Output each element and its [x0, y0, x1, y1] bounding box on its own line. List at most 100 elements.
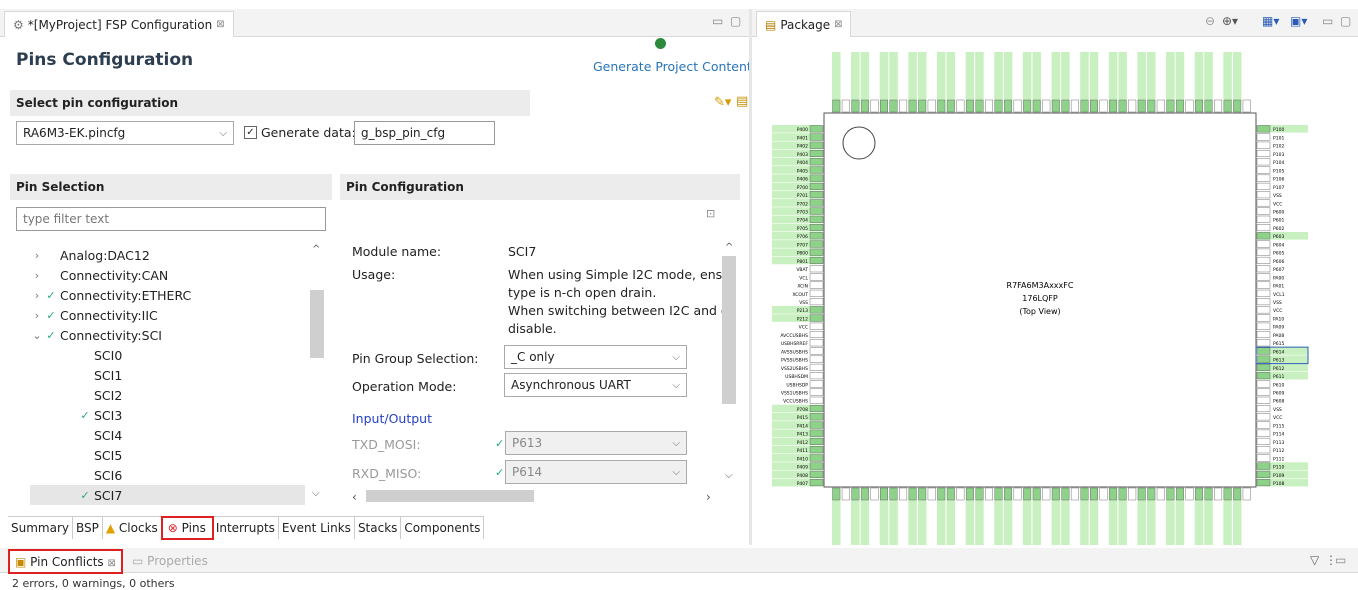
- zoom-in-icon[interactable]: ⊕▾: [1222, 14, 1238, 28]
- tree-scroll-down-icon[interactable]: ⌵: [312, 488, 320, 499]
- top-pin-cell[interactable]: [1156, 52, 1166, 100]
- lock-icon[interactable]: ⊡: [706, 207, 715, 220]
- bottom-pin-cell[interactable]: [879, 500, 889, 545]
- maximize-icon[interactable]: ▢: [1340, 14, 1351, 28]
- bottom-pin-cell[interactable]: [927, 500, 936, 545]
- bottom-pin-cell[interactable]: [975, 500, 984, 545]
- tab-pins[interactable]: ⊗ Pins: [160, 516, 214, 540]
- bottom-pin-cell[interactable]: [898, 500, 908, 545]
- filter-icon[interactable]: ▽: [1310, 553, 1319, 567]
- minimize-icon[interactable]: ▭: [1335, 553, 1346, 567]
- maximize-icon[interactable]: ▢: [730, 14, 741, 28]
- generate-icon[interactable]: [655, 38, 666, 49]
- bottom-pin-cell[interactable]: [889, 500, 898, 545]
- bottom-pin-cell[interactable]: [1137, 500, 1146, 545]
- bottom-pin-cell[interactable]: [917, 500, 927, 545]
- config-vscrollbar[interactable]: [722, 256, 736, 404]
- top-pin-cell[interactable]: [1127, 52, 1137, 100]
- editor-tab[interactable]: ⚙ *[MyProject] FSP Configuration ⊠: [4, 11, 234, 37]
- tree-item[interactable]: ⌄ ✓ Connectivity:SCI: [30, 325, 305, 345]
- bottom-pin-cell[interactable]: [1175, 500, 1185, 545]
- filter-input[interactable]: type filter text: [16, 207, 326, 231]
- bottom-pin-cell[interactable]: [1223, 500, 1232, 545]
- export-icon[interactable]: ▤: [736, 94, 748, 109]
- generate-data-input[interactable]: g_bsp_pin_cfg: [354, 121, 495, 145]
- generate-project-link[interactable]: Generate Project Content: [593, 59, 752, 74]
- top-pin-cell[interactable]: [870, 52, 879, 100]
- pin-conflicts-tab[interactable]: ▣ Pin Conflicts ⊠: [8, 549, 123, 574]
- tab-interrupts[interactable]: Interrupts: [213, 517, 279, 539]
- close-icon[interactable]: ⊠: [216, 19, 224, 30]
- pin-config-select[interactable]: RA6M3-EK.pincfg ⌵: [16, 121, 234, 145]
- config-scroll-down-icon[interactable]: ⌵: [725, 470, 733, 481]
- bottom-pin-cell[interactable]: [1242, 500, 1251, 545]
- bottom-pin-cell[interactable]: [1204, 500, 1213, 545]
- tree-item[interactable]: › Analog:DAC12: [30, 245, 305, 265]
- tab-event-links[interactable]: Event Links: [279, 517, 355, 539]
- top-pin-cell[interactable]: [1223, 52, 1232, 100]
- bottom-pin-cell[interactable]: [1051, 500, 1061, 545]
- tree-item[interactable]: SCI4: [30, 425, 305, 445]
- top-pin-cell[interactable]: [908, 52, 917, 100]
- zoom-out-icon[interactable]: ⊖: [1205, 14, 1215, 28]
- top-pin-cell[interactable]: [889, 52, 898, 100]
- config-scroll-right-icon[interactable]: ›: [706, 490, 711, 504]
- package-tab[interactable]: ▤ Package ⊠: [756, 11, 852, 37]
- chevron-icon[interactable]: ⌄: [30, 329, 44, 342]
- tab-components[interactable]: Components: [401, 517, 485, 539]
- top-pin-cell[interactable]: [1118, 52, 1127, 100]
- top-pin-cell[interactable]: [1147, 52, 1156, 100]
- tree-item[interactable]: SCI0: [30, 345, 305, 365]
- top-pin-cell[interactable]: [956, 52, 965, 100]
- tree-item[interactable]: › ✓ Connectivity:ETHERC: [30, 285, 305, 305]
- bottom-pin-cell[interactable]: [946, 500, 956, 545]
- bottom-pin-cell[interactable]: [1147, 500, 1156, 545]
- tree-item[interactable]: SCI5: [30, 445, 305, 465]
- txd-select[interactable]: P613 ⌵: [505, 431, 687, 455]
- top-pin-cell[interactable]: [917, 52, 927, 100]
- bottom-pin-cell[interactable]: [1194, 500, 1204, 545]
- chevron-icon[interactable]: ›: [30, 289, 44, 302]
- tab-clocks[interactable]: ▲ Clocks: [103, 517, 162, 539]
- bottom-pin-cell[interactable]: [851, 500, 860, 545]
- wand-icon[interactable]: ✎▾: [714, 95, 731, 110]
- top-pin-cell[interactable]: [851, 52, 860, 100]
- tab-summary[interactable]: Summary: [8, 517, 73, 539]
- top-pin-cell[interactable]: [832, 52, 841, 100]
- bottom-pin-cell[interactable]: [1070, 500, 1080, 545]
- bottom-pin-cell[interactable]: [1089, 500, 1099, 545]
- top-pin-cell[interactable]: [860, 52, 870, 100]
- tree-item[interactable]: SCI2: [30, 385, 305, 405]
- bottom-pin-cell[interactable]: [956, 500, 965, 545]
- tab-stacks[interactable]: Stacks: [355, 517, 402, 539]
- top-pin-cell[interactable]: [1204, 52, 1213, 100]
- bottom-pin-cell[interactable]: [1156, 500, 1166, 545]
- bottom-pin-cell[interactable]: [870, 500, 879, 545]
- chevron-icon[interactable]: ›: [30, 269, 44, 282]
- bottom-pin-cell[interactable]: [1127, 500, 1137, 545]
- top-pin-cell[interactable]: [1051, 52, 1061, 100]
- operation-mode-select[interactable]: Asynchronous UART ⌵: [504, 373, 687, 397]
- top-pin-cell[interactable]: [994, 52, 1003, 100]
- tree-item[interactable]: ✓ SCI7: [30, 485, 305, 505]
- bottom-pin-cell[interactable]: [1099, 500, 1108, 545]
- top-pin-cell[interactable]: [1166, 52, 1175, 100]
- bottom-pin-cell[interactable]: [1032, 500, 1041, 545]
- top-pin-cell[interactable]: [1099, 52, 1108, 100]
- top-pin-cell[interactable]: [1242, 52, 1251, 100]
- bottom-pin-cell[interactable]: [1042, 500, 1051, 545]
- tree-scrollbar[interactable]: [310, 290, 324, 358]
- top-pin-cell[interactable]: [1175, 52, 1185, 100]
- top-pin-cell[interactable]: [1013, 52, 1022, 100]
- top-pin-cell[interactable]: [975, 52, 984, 100]
- top-pin-cell[interactable]: [1022, 52, 1032, 100]
- bottom-pin-cell[interactable]: [1185, 500, 1194, 545]
- minimize-icon[interactable]: ▭: [1322, 14, 1333, 28]
- config-scroll-up-icon[interactable]: ^: [725, 242, 733, 253]
- top-pin-cell[interactable]: [965, 52, 975, 100]
- bottom-pin-cell[interactable]: [1118, 500, 1127, 545]
- bottom-pin-cell[interactable]: [1232, 500, 1242, 545]
- top-pin-cell[interactable]: [1003, 52, 1013, 100]
- top-pin-cell[interactable]: [1213, 52, 1223, 100]
- bottom-pin-cell[interactable]: [1013, 500, 1022, 545]
